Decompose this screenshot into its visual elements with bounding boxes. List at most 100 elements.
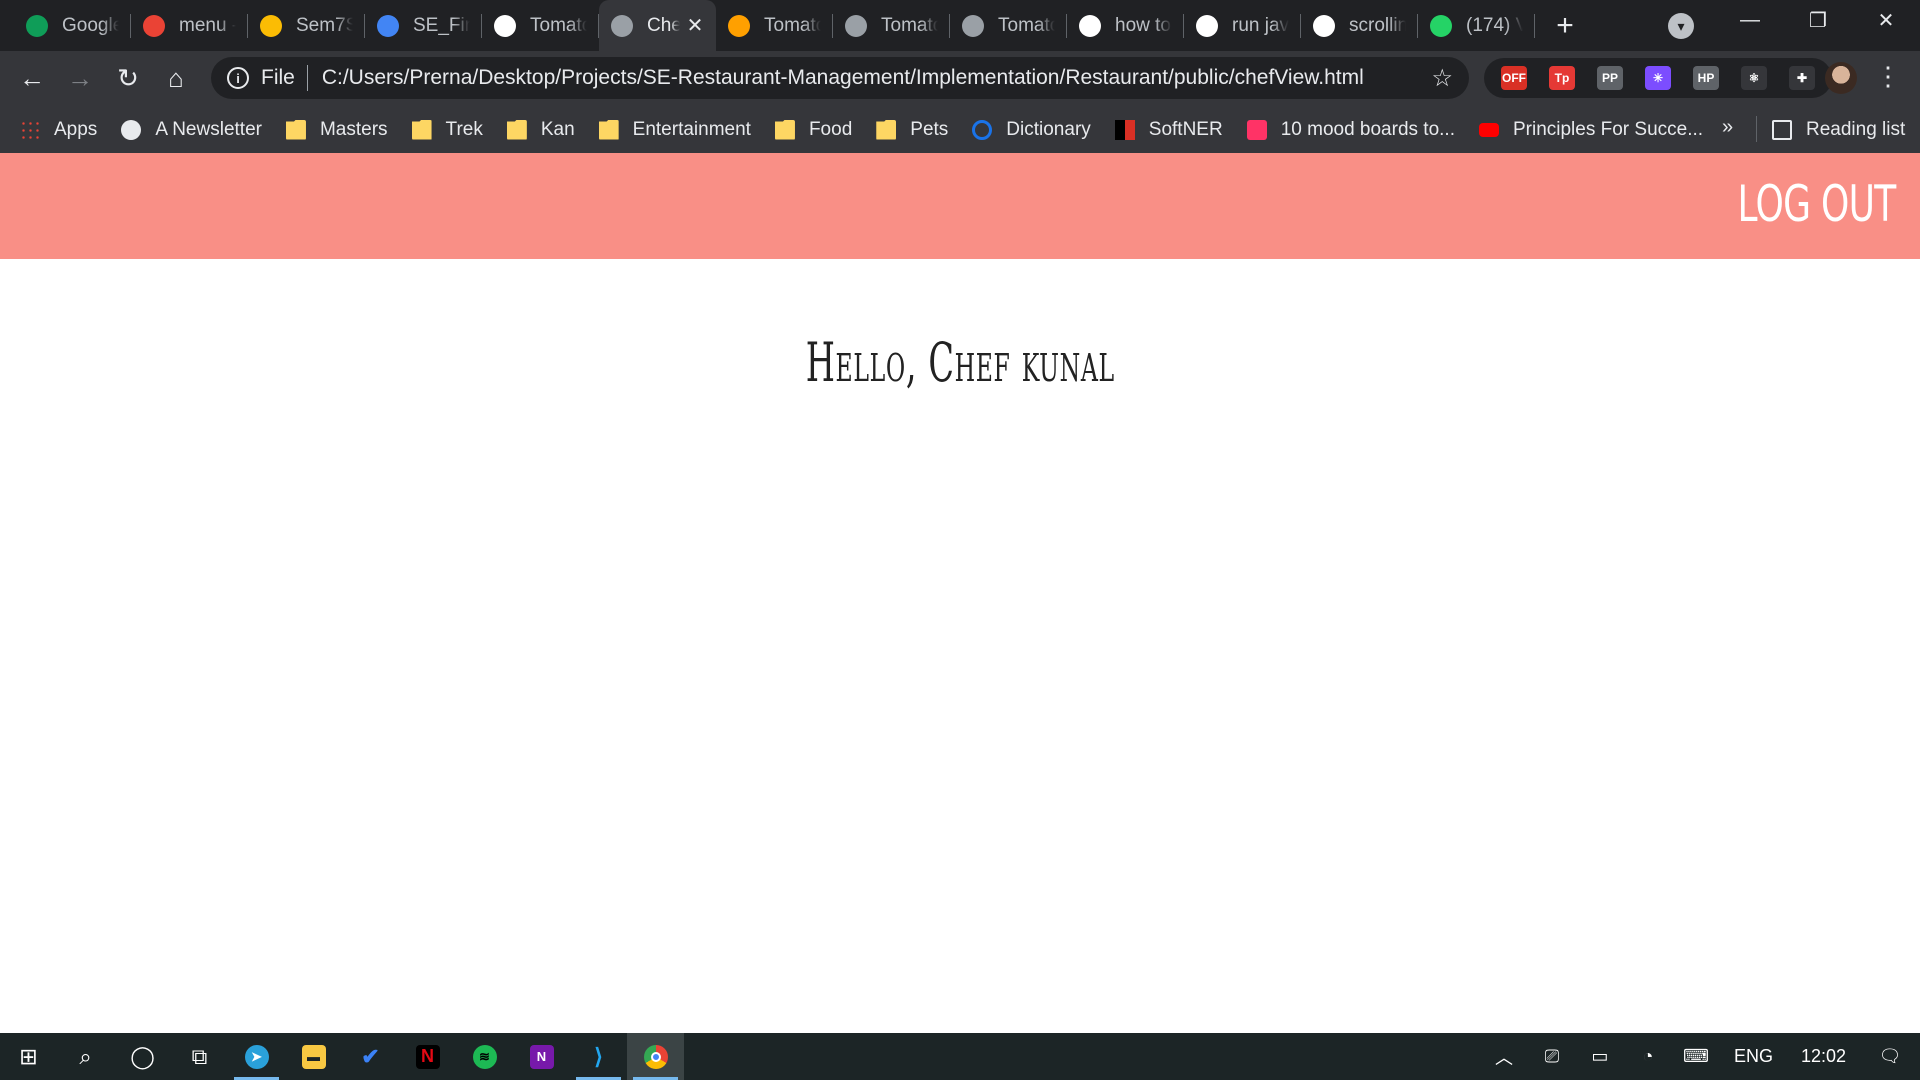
- back-icon[interactable]: ←: [8, 55, 56, 103]
- file-explorer-icon[interactable]: ▬: [285, 1033, 342, 1080]
- spotify-icon[interactable]: ≋: [456, 1033, 513, 1080]
- tab-title: how to: [1115, 14, 1171, 36]
- page-content: LOG OUT Hello, Chef kunal: [0, 153, 1920, 1033]
- bookmark-item[interactable]: Apps: [20, 119, 97, 141]
- bookmark-list: Apps A Newsletter Masters Trek Kan Entertainm…: [20, 119, 1727, 141]
- keyboard-icon[interactable]: ⌨: [1672, 1046, 1720, 1067]
- battery-icon[interactable]: ▭: [1576, 1046, 1624, 1067]
- profile-avatar[interactable]: [1825, 62, 1857, 94]
- address-bar[interactable]: i File C:/Users/Prerna/Desktop/Projects/…: [211, 57, 1469, 99]
- folder-icon: [285, 119, 306, 140]
- todo-icon[interactable]: ✔: [342, 1033, 399, 1080]
- tp-icon[interactable]: Tp: [1538, 58, 1586, 98]
- drive-icon: [260, 14, 282, 37]
- bookmark-item[interactable]: SoftNER: [1114, 119, 1223, 141]
- browser-tab[interactable]: Tomato: [716, 0, 833, 51]
- vscode-icon[interactable]: ⟩: [570, 1033, 627, 1080]
- clock[interactable]: 12:02: [1787, 1046, 1860, 1067]
- wifi-icon[interactable]: ◔: [1624, 1046, 1672, 1067]
- bookmark-item[interactable]: Food: [774, 119, 852, 141]
- system-tray: ︿ ⎚ ▭ ◔ ⌨ ENG 12:02 🗨: [1480, 1033, 1920, 1080]
- bookmark-item[interactable]: Masters: [285, 119, 388, 141]
- chrome-icon[interactable]: [627, 1033, 684, 1080]
- hp-icon[interactable]: HP: [1682, 58, 1730, 98]
- app-header: LOG OUT: [0, 153, 1920, 259]
- bookmark-label: Pets: [910, 118, 949, 140]
- telegram-icon[interactable]: ➤: [228, 1033, 285, 1080]
- search-icon[interactable]: ⌕: [57, 1033, 114, 1080]
- bookmark-item[interactable]: A Newsletter: [121, 119, 262, 141]
- url-text[interactable]: C:/Users/Prerna/Desktop/Projects/SE-Rest…: [322, 66, 1364, 90]
- pp-icon[interactable]: PP: [1586, 58, 1634, 98]
- tab-title: Tomato: [998, 14, 1055, 36]
- cortana-icon[interactable]: ◯: [114, 1033, 171, 1080]
- browser-tab[interactable]: Tomato: [833, 0, 950, 51]
- extension-label: ✳: [1645, 66, 1671, 90]
- browser-tab[interactable]: menu -: [131, 0, 248, 51]
- browser-tab[interactable]: Sem7S: [248, 0, 365, 51]
- minimize-icon[interactable]: —: [1716, 0, 1784, 40]
- meet-now-icon[interactable]: ⎚: [1528, 1046, 1576, 1067]
- ad-block-icon[interactable]: OFF: [1490, 58, 1538, 98]
- forward-icon[interactable]: →: [56, 55, 104, 103]
- logout-button[interactable]: LOG OUT: [1738, 175, 1897, 233]
- start-icon[interactable]: ⊞: [0, 1033, 57, 1080]
- folder-icon: [411, 119, 432, 140]
- bookmark-label: 10 mood boards to...: [1280, 118, 1455, 140]
- site-info-icon[interactable]: i: [227, 67, 249, 89]
- netflix-icon[interactable]: N: [399, 1033, 456, 1080]
- docs-icon: [377, 14, 399, 37]
- window-controls: — ❐ ✕: [1716, 0, 1920, 51]
- url-scheme-label: File: [261, 65, 308, 91]
- tab-title: run jav: [1232, 14, 1289, 36]
- browser-tab-strip: Google menu - Sem7S SE_Fina Tomato Che ✕ Tomato…: [0, 0, 1920, 51]
- new-tab-button[interactable]: +: [1543, 0, 1587, 51]
- bookmark-item[interactable]: Dictionary: [972, 119, 1091, 141]
- task-view-icon[interactable]: ⧉: [171, 1033, 228, 1080]
- browser-tab[interactable]: Google: [14, 0, 131, 51]
- reload-icon[interactable]: ↻: [104, 55, 152, 103]
- tab-title: menu -: [179, 14, 236, 36]
- youtube-icon: [1478, 122, 1499, 137]
- extension-label: ⚛: [1741, 66, 1767, 90]
- bookmark-star-icon[interactable]: ☆: [1431, 64, 1453, 93]
- language-indicator[interactable]: ENG: [1720, 1046, 1787, 1067]
- browser-tab[interactable]: Tomato: [482, 0, 599, 51]
- close-window-icon[interactable]: ✕: [1852, 0, 1920, 40]
- asterisk-icon[interactable]: ✳: [1634, 58, 1682, 98]
- puzzle-icon[interactable]: ✚: [1778, 58, 1826, 98]
- dictionary-icon: [972, 119, 993, 140]
- more-bookmarks-button[interactable]: »: [1722, 116, 1733, 139]
- show-hidden-icons-icon[interactable]: ︿: [1480, 1044, 1528, 1070]
- folder-icon: [598, 119, 619, 140]
- onenote-icon[interactable]: N: [513, 1033, 570, 1080]
- extensions-bar: OFF Tp PP ✳ HP ⚛ ✚: [1484, 58, 1832, 98]
- bookmark-item[interactable]: Kan: [506, 118, 575, 141]
- react-icon[interactable]: ⚛: [1730, 58, 1778, 98]
- browser-tab[interactable]: Tomato: [950, 0, 1067, 51]
- browser-menu-icon[interactable]: ⋮: [1873, 61, 1903, 92]
- globe-icon: [962, 14, 984, 37]
- restore-icon[interactable]: ❐: [1784, 0, 1852, 40]
- browser-tab[interactable]: Che ✕: [599, 0, 716, 51]
- browser-tab[interactable]: scrollin: [1301, 0, 1418, 51]
- bookmark-label: Kan: [540, 118, 575, 140]
- tab-search-icon[interactable]: ▾: [1668, 13, 1694, 39]
- browser-tab[interactable]: (174) V: [1418, 0, 1535, 51]
- google-icon: [1196, 14, 1218, 37]
- close-tab-icon[interactable]: ✕: [686, 13, 704, 38]
- bookmark-item[interactable]: Principles For Succe...: [1478, 118, 1704, 141]
- browser-tab[interactable]: run jav: [1184, 0, 1301, 51]
- bookmark-item[interactable]: Pets: [876, 119, 948, 141]
- bookmark-item[interactable]: 10 mood boards to...: [1246, 118, 1455, 141]
- notifications-icon[interactable]: 🗨: [1860, 1046, 1920, 1067]
- browser-tab[interactable]: how to: [1067, 0, 1184, 51]
- bookmark-label: Principles For Succe...: [1512, 118, 1704, 140]
- reading-list-button[interactable]: Reading list: [1772, 106, 1905, 153]
- google-icon: [1079, 14, 1101, 37]
- browser-tab[interactable]: SE_Fina: [365, 0, 482, 51]
- bookmark-item[interactable]: Trek: [411, 119, 483, 141]
- home-icon[interactable]: ⌂: [152, 55, 200, 103]
- tab-list: Google menu - Sem7S SE_Fina Tomato Che ✕ Tomato…: [0, 0, 1535, 51]
- bookmark-item[interactable]: Entertainment: [598, 119, 751, 141]
